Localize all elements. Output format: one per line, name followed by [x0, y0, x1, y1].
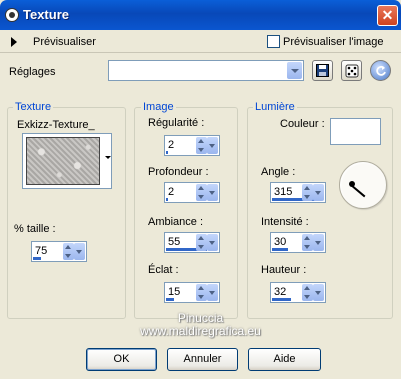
app-icon: [5, 8, 19, 22]
spin-arrows-icon[interactable]: [196, 284, 207, 301]
separator: [0, 52, 401, 53]
preview-label[interactable]: Prévisualiser: [33, 36, 96, 48]
height-slider-fill: [272, 298, 291, 301]
reset-arrow-icon: [375, 65, 386, 76]
regularity-input[interactable]: 2: [164, 135, 220, 156]
close-button[interactable]: ✕: [377, 5, 398, 26]
spin-arrows-icon[interactable]: [302, 284, 313, 301]
shine-label: Éclat :: [148, 264, 179, 276]
texture-group-title: Texture: [13, 101, 54, 113]
save-preset-button[interactable]: [312, 60, 333, 81]
preview-image-checkbox[interactable]: [267, 35, 280, 48]
ambiance-label: Ambiance :: [148, 216, 204, 228]
dial-needle: [350, 184, 366, 198]
randomize-button[interactable]: [341, 60, 362, 81]
size-input[interactable]: 75: [31, 241, 87, 262]
chevron-down-icon[interactable]: [313, 184, 324, 201]
chevron-down-icon[interactable]: [313, 284, 324, 301]
depth-slider-fill: [166, 198, 168, 201]
spin-arrows-icon[interactable]: [196, 137, 207, 154]
reset-button[interactable]: [370, 60, 391, 81]
chevron-down-icon[interactable]: [313, 234, 324, 251]
depth-value: 2: [168, 186, 175, 198]
ambiance-value: 55: [168, 236, 181, 248]
ok-button[interactable]: OK: [86, 348, 157, 371]
chevron-down-icon[interactable]: [207, 137, 218, 154]
chevron-down-icon[interactable]: [207, 234, 218, 251]
spin-arrows-icon[interactable]: [302, 184, 313, 201]
texture-picker[interactable]: [22, 133, 112, 189]
intensity-label: Intensité :: [261, 216, 309, 228]
intensity-input[interactable]: 30: [270, 232, 326, 253]
size-value: 75: [35, 245, 48, 257]
regularity-label: Régularité :: [148, 117, 205, 129]
light-color-swatch[interactable]: [330, 118, 381, 145]
ambiance-input[interactable]: 55: [164, 232, 220, 253]
height-label: Hauteur :: [261, 264, 307, 276]
expand-arrow-icon[interactable]: [11, 37, 17, 47]
height-input[interactable]: 32: [270, 282, 326, 303]
chevron-down-icon[interactable]: [287, 62, 302, 79]
depth-label: Profondeur :: [148, 166, 209, 178]
texture-name: Exkizz-Texture_: [17, 119, 95, 131]
intensity-value: 30: [274, 236, 287, 248]
intensity-slider-fill: [272, 248, 288, 251]
chevron-down-icon[interactable]: [105, 156, 111, 159]
chevron-down-icon[interactable]: [207, 184, 218, 201]
watermark-line1: Pinuccia: [177, 311, 224, 325]
size-label: % taille :: [14, 223, 56, 235]
image-group-title: Image: [141, 101, 176, 113]
angle-value: 315: [274, 186, 293, 198]
preview-image-label[interactable]: Prévisualiser l'image: [283, 36, 384, 48]
help-button[interactable]: Aide: [248, 348, 321, 371]
dice-icon: [345, 64, 358, 78]
cancel-button[interactable]: Annuler: [167, 348, 238, 371]
light-group-title: Lumière: [253, 101, 297, 113]
settings-dropdown[interactable]: [108, 60, 304, 81]
depth-input[interactable]: 2: [164, 182, 220, 203]
angle-input[interactable]: 315: [270, 182, 326, 203]
texture-swatch: [26, 137, 100, 185]
chevron-down-icon[interactable]: [74, 243, 85, 260]
floppy-disk-icon: [316, 64, 329, 77]
angle-label: Angle :: [261, 166, 296, 178]
spin-arrows-icon[interactable]: [63, 243, 74, 260]
spin-arrows-icon[interactable]: [196, 184, 207, 201]
color-label: Couleur :: [280, 118, 325, 130]
angle-dial[interactable]: [339, 161, 387, 209]
window-title: Texture: [23, 7, 69, 22]
shine-input[interactable]: 15: [164, 282, 220, 303]
height-value: 32: [274, 286, 287, 298]
regularity-slider-fill: [166, 151, 168, 154]
size-slider-fill: [33, 257, 41, 260]
spin-arrows-icon[interactable]: [196, 234, 207, 251]
shine-value: 15: [168, 286, 181, 298]
spin-arrows-icon[interactable]: [302, 234, 313, 251]
watermark-line2: www.maldiregrafica.eu: [140, 324, 261, 338]
chevron-down-icon[interactable]: [207, 284, 218, 301]
regularity-value: 2: [168, 139, 175, 151]
shine-slider-fill: [166, 298, 174, 301]
settings-label: Réglages: [9, 66, 56, 78]
